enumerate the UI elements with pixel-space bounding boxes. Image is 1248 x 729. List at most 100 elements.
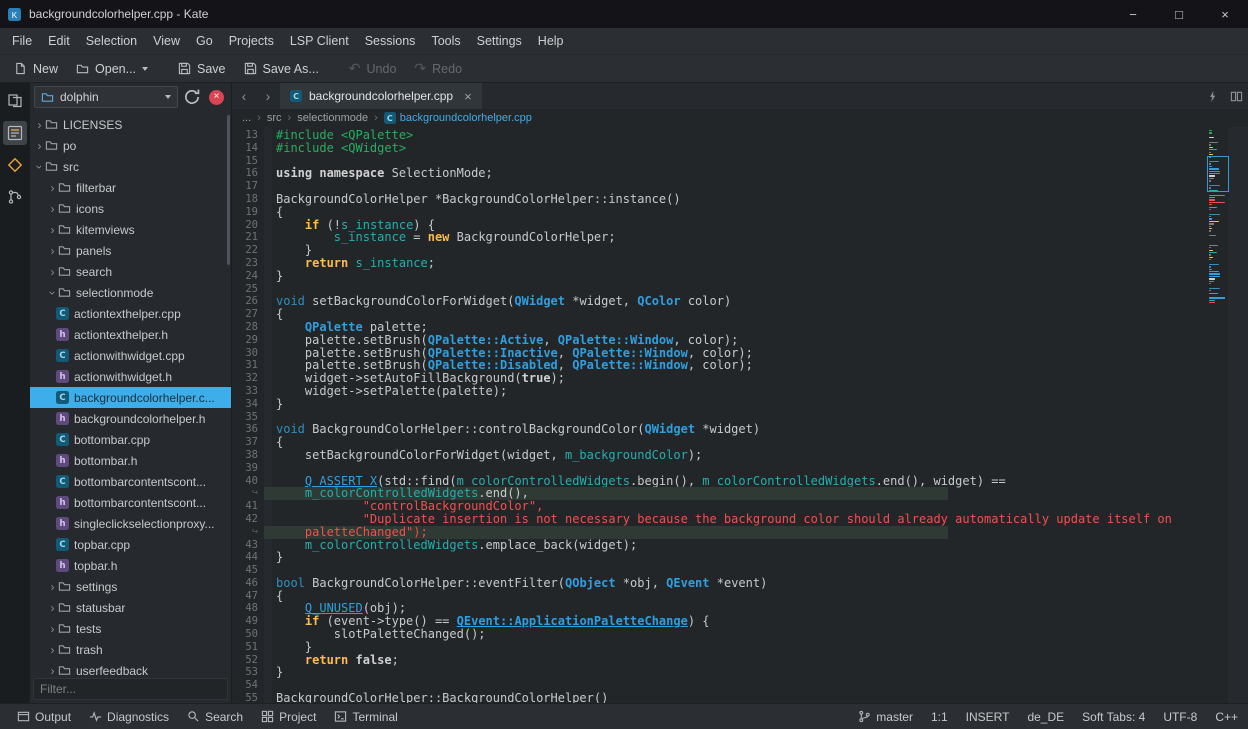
- tree-folder-search[interactable]: ›search: [30, 261, 231, 282]
- status-git-branch[interactable]: master: [858, 710, 913, 724]
- quick-open-icon[interactable]: [1200, 83, 1224, 109]
- tree-file-actionwithwidget-cpp[interactable]: Cactionwithwidget.cpp: [30, 345, 231, 366]
- tree-file-backgroundcolorhelper-c[interactable]: Cbackgroundcolorhelper.c...: [30, 387, 231, 408]
- tree-folder-settings[interactable]: ›settings: [30, 576, 231, 597]
- toolbar-save-as-button[interactable]: Save As...: [236, 58, 327, 80]
- chevron-collapsed-icon[interactable]: ›: [47, 664, 58, 676]
- maximize-button[interactable]: □: [1156, 0, 1202, 28]
- statusbar-terminal-button[interactable]: Terminal: [327, 707, 404, 727]
- window-title: backgroundcolorhelper.cpp - Kate: [29, 7, 208, 21]
- chevron-expanded-icon[interactable]: ›: [46, 287, 60, 298]
- toolbar-open-button[interactable]: Open...: [68, 58, 156, 80]
- chevron-collapsed-icon[interactable]: ›: [47, 223, 58, 237]
- chevron-collapsed-icon[interactable]: ›: [47, 202, 58, 216]
- minimize-button[interactable]: −: [1110, 0, 1156, 28]
- menu-edit[interactable]: Edit: [40, 29, 78, 53]
- line-number: 26: [232, 295, 264, 308]
- minimap-scrollbar[interactable]: [1209, 130, 1227, 703]
- line-number: 24: [232, 270, 264, 283]
- status-tab-settings[interactable]: Soft Tabs: 4: [1082, 710, 1145, 724]
- tree-file-backgroundcolorhelper-h[interactable]: hbackgroundcolorhelper.h: [30, 408, 231, 429]
- git-icon[interactable]: [3, 153, 27, 177]
- tree-folder-trash[interactable]: ›trash: [30, 639, 231, 660]
- chevron-collapsed-icon[interactable]: ›: [47, 244, 58, 258]
- back-button[interactable]: ‹: [232, 83, 256, 109]
- breadcrumb-item-src[interactable]: src: [267, 112, 282, 124]
- chevron-collapsed-icon[interactable]: ›: [47, 643, 58, 657]
- menu-tools[interactable]: Tools: [423, 29, 468, 53]
- toolbar-redo-button[interactable]: ↷Redo: [406, 58, 470, 80]
- tree-file-actiontexthelper-h[interactable]: hactiontexthelper.h: [30, 324, 231, 345]
- menu-sessions[interactable]: Sessions: [357, 29, 424, 53]
- tree-folder-statusbar[interactable]: ›statusbar: [30, 597, 231, 618]
- chevron-collapsed-icon[interactable]: ›: [47, 181, 58, 195]
- close-button[interactable]: ×: [1202, 0, 1248, 28]
- chevron-collapsed-icon[interactable]: ›: [34, 118, 45, 132]
- editor-view[interactable]: 13#include <QPalette>14#include <QWidget…: [232, 127, 1248, 703]
- menu-projects[interactable]: Projects: [221, 29, 282, 53]
- chevron-collapsed-icon[interactable]: ›: [47, 622, 58, 636]
- menu-help[interactable]: Help: [530, 29, 572, 53]
- tree-folder-po[interactable]: ›po: [30, 135, 231, 156]
- tree-file-actiontexthelper-cpp[interactable]: Cactiontexthelper.cpp: [30, 303, 231, 324]
- status-cursor-position[interactable]: 1:1: [931, 710, 948, 724]
- code-line: 34}: [232, 398, 1206, 411]
- tree-folder-filterbar[interactable]: ›filterbar: [30, 177, 231, 198]
- tree-file-singleclickselectionproxy[interactable]: hsingleclickselectionproxy...: [30, 513, 231, 534]
- filter-input[interactable]: [33, 678, 228, 700]
- menu-settings[interactable]: Settings: [469, 29, 530, 53]
- tree-folder-selectionmode[interactable]: ›selectionmode: [30, 282, 231, 303]
- tree-file-topbar-cpp[interactable]: Ctopbar.cpp: [30, 534, 231, 555]
- menu-file[interactable]: File: [4, 29, 40, 53]
- project-selector[interactable]: dolphin: [34, 86, 178, 108]
- split-view-icon[interactable]: [1224, 83, 1248, 109]
- tree-folder-licenses[interactable]: ›LICENSES: [30, 114, 231, 135]
- breadcrumb-item-[interactable]: ...: [242, 112, 251, 124]
- statusbar-search-button[interactable]: Search: [180, 707, 250, 727]
- tree-folder-src[interactable]: ›src: [30, 156, 231, 177]
- statusbar-project-button[interactable]: Project: [254, 707, 323, 727]
- tree-file-topbar-h[interactable]: htopbar.h: [30, 555, 231, 576]
- menu-view[interactable]: View: [145, 29, 188, 53]
- tree-scrollbar[interactable]: [227, 115, 230, 265]
- tree-folder-panels[interactable]: ›panels: [30, 240, 231, 261]
- toolbar-save-button[interactable]: Save: [170, 58, 234, 80]
- breadcrumb-item-selectionmode[interactable]: selectionmode: [297, 112, 368, 124]
- forward-button[interactable]: ›: [256, 83, 280, 109]
- status-input-mode[interactable]: INSERT: [966, 710, 1010, 724]
- chevron-collapsed-icon[interactable]: ›: [34, 139, 45, 153]
- menu-selection[interactable]: Selection: [78, 29, 145, 53]
- statusbar-diagnostics-button[interactable]: Diagnostics: [82, 707, 176, 727]
- status-encoding[interactable]: UTF-8: [1163, 710, 1197, 724]
- documents-icon[interactable]: [3, 89, 27, 113]
- status-syntax-mode[interactable]: C++: [1215, 710, 1238, 724]
- chevron-expanded-icon[interactable]: ›: [33, 161, 47, 172]
- tree-file-bottombarcontentscont[interactable]: hbottombarcontentscont...: [30, 492, 231, 513]
- tree-folder-kitemviews[interactable]: ›kitemviews: [30, 219, 231, 240]
- tab-close-icon[interactable]: ×: [464, 89, 472, 104]
- chevron-collapsed-icon[interactable]: ›: [47, 601, 58, 615]
- reload-project-button[interactable]: [182, 87, 202, 107]
- chevron-collapsed-icon[interactable]: ›: [47, 265, 58, 279]
- tree-file-bottombar-cpp[interactable]: Cbottombar.cpp: [30, 429, 231, 450]
- status-dictionary[interactable]: de_DE: [1027, 710, 1064, 724]
- breadcrumb-item-backgroundcolorhelper-cpp[interactable]: Cbackgroundcolorhelper.cpp: [384, 112, 532, 124]
- tree-folder-userfeedback[interactable]: ›userfeedback: [30, 660, 231, 675]
- tree-file-bottombarcontentscont[interactable]: Cbottombarcontentscont...: [30, 471, 231, 492]
- toolbar-new-button[interactable]: New: [6, 58, 66, 80]
- menu-go[interactable]: Go: [188, 29, 221, 53]
- chevron-collapsed-icon[interactable]: ›: [47, 580, 58, 594]
- tree-file-bottombar-h[interactable]: hbottombar.h: [30, 450, 231, 471]
- filesystem-icon[interactable]: [3, 121, 27, 145]
- menu-lsp-client[interactable]: LSP Client: [282, 29, 357, 53]
- tree-folder-tests[interactable]: ›tests: [30, 618, 231, 639]
- tree-file-actionwithwidget-h[interactable]: hactionwithwidget.h: [30, 366, 231, 387]
- close-project-button[interactable]: ×: [209, 90, 224, 105]
- statusbar-output-button[interactable]: Output: [10, 707, 78, 727]
- line-number: 30: [232, 347, 264, 360]
- symbol-outline-icon[interactable]: [3, 185, 27, 209]
- toolbar-undo-button[interactable]: ↶Undo: [341, 58, 405, 80]
- scrollbar-track[interactable]: [1228, 127, 1248, 703]
- tree-folder-icons[interactable]: ›icons: [30, 198, 231, 219]
- tab-backgroundcolorhelper-cpp[interactable]: C backgroundcolorhelper.cpp ×: [280, 83, 482, 109]
